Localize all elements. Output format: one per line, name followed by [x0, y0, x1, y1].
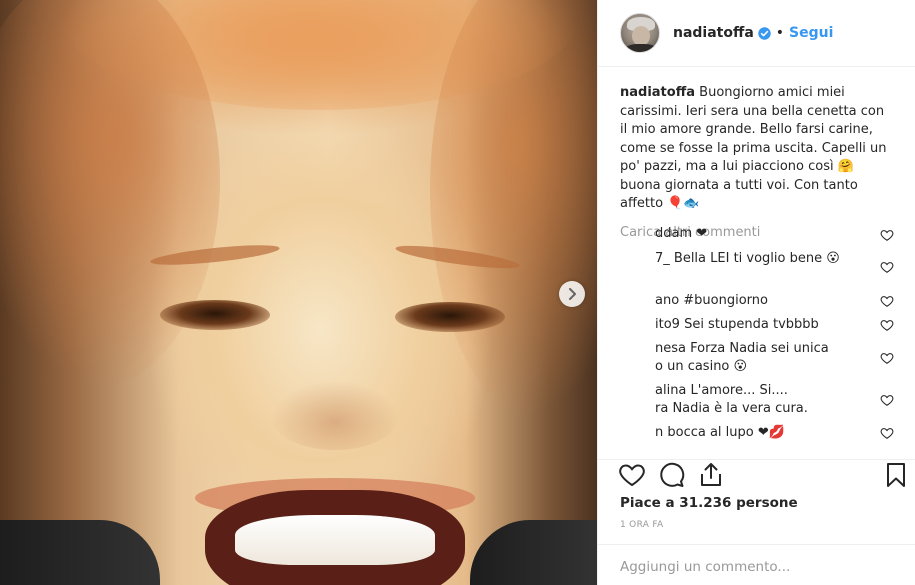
- comment-like-heart-icon[interactable]: [880, 393, 894, 407]
- photo-eye-right: [395, 302, 505, 332]
- comment-like-heart-icon[interactable]: [880, 260, 894, 274]
- bookmark-icon[interactable]: [882, 461, 910, 489]
- photo-hair-left: [0, 0, 220, 390]
- comment-like-heart-icon[interactable]: [880, 228, 894, 242]
- caption-text: Buongiorno amici miei carissimi. Ieri se…: [620, 85, 887, 211]
- comment-input[interactable]: [620, 559, 890, 575]
- comment-text: 7_ Bella LEI ti voglio bene 😮: [655, 251, 840, 266]
- comment-text: ito9 Sei stupenda tvbbbb: [655, 317, 819, 332]
- post-caption: nadiatoffa Buongiorno amici miei carissi…: [620, 84, 894, 214]
- comment-like-heart-icon[interactable]: [880, 294, 894, 308]
- verified-badge-icon: [758, 26, 771, 40]
- share-icon[interactable]: [697, 461, 725, 489]
- comment-text: ddam ❤: [655, 226, 708, 241]
- likes-count[interactable]: Piace a 31.236 persone: [620, 495, 798, 511]
- comment-like-heart-icon[interactable]: [880, 351, 894, 365]
- follow-button[interactable]: Segui: [789, 25, 833, 41]
- photo-nose: [270, 380, 400, 450]
- avatar-face: [632, 26, 650, 46]
- photo-shirt-right: [470, 520, 597, 585]
- comment-icon[interactable]: [658, 461, 686, 489]
- comment-text-line2: ra Nadia è la vera cura.: [655, 401, 808, 416]
- next-photo-button[interactable]: [559, 281, 585, 307]
- avatar[interactable]: [620, 13, 660, 53]
- chevron-right-icon: [569, 288, 576, 300]
- comment-text: n bocca al lupo ❤💋: [655, 425, 785, 440]
- post-timestamp[interactable]: 1 ORA FA: [620, 520, 663, 530]
- comment-like-heart-icon[interactable]: [880, 318, 894, 332]
- post-side-panel: nadiatoffa • Segui nadiatoffa Buongiorno…: [597, 0, 915, 585]
- add-comment-section: [598, 544, 915, 585]
- comment-text-line2: o un casino 😮: [655, 359, 748, 374]
- avatar-body: [625, 44, 657, 52]
- comment-like-heart-icon[interactable]: [880, 426, 894, 440]
- post-actions: Piace a 31.236 persone 1 ORA FA: [598, 459, 915, 531]
- caption-username[interactable]: nadiatoffa: [620, 85, 695, 100]
- comment-text: ano #buongiorno: [655, 293, 768, 308]
- heart-icon[interactable]: [618, 461, 646, 489]
- photo-shirt-left: [0, 520, 160, 585]
- header-separator: •: [775, 25, 785, 41]
- photo-teeth: [235, 515, 435, 565]
- photo-eye-left: [160, 300, 270, 330]
- comment-text-line1: nesa Forza Nadia sei unica: [655, 341, 829, 356]
- photo-hair-right: [430, 0, 597, 420]
- comment-text-line1: alina L'amore... Si....: [655, 383, 788, 398]
- comments-list[interactable]: nadiatoffa Buongiorno amici miei carissi…: [598, 67, 915, 459]
- post-photo[interactable]: [0, 0, 597, 585]
- post-username[interactable]: nadiatoffa: [673, 25, 754, 41]
- post-header: nadiatoffa • Segui: [598, 0, 915, 67]
